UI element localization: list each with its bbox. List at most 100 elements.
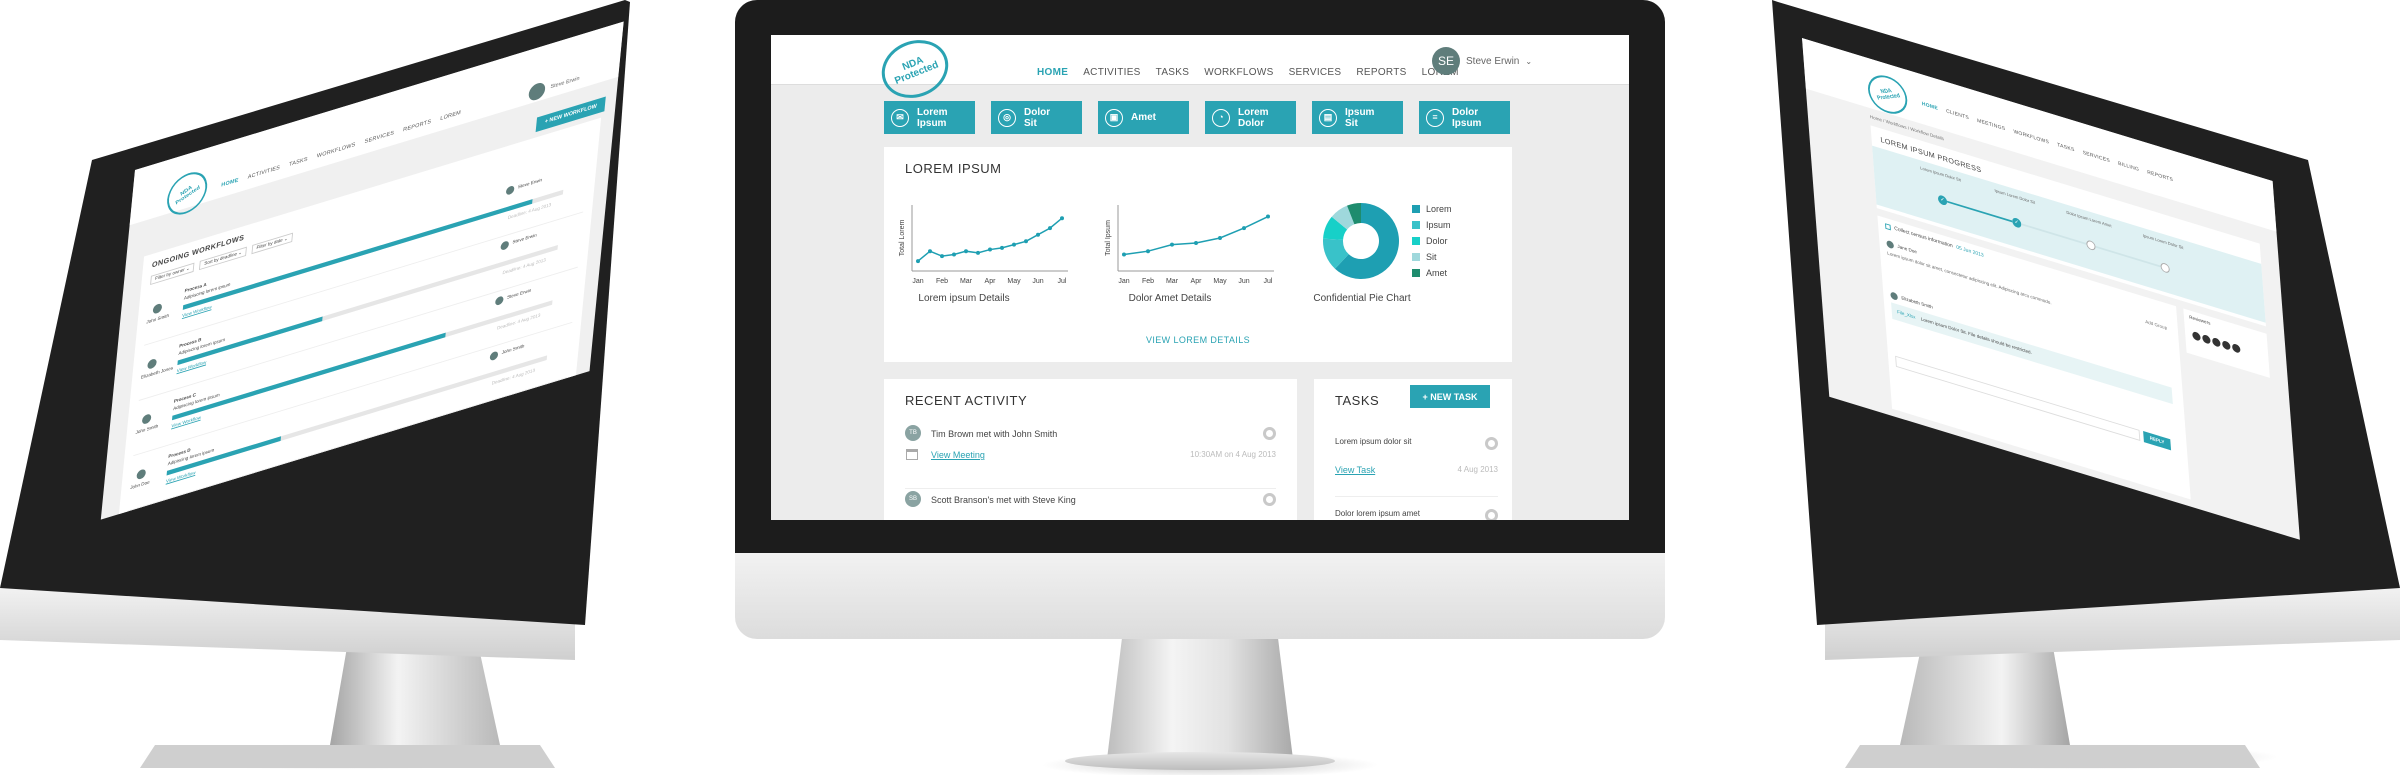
data-point: [1048, 226, 1052, 231]
list-icon: ≡: [1426, 108, 1444, 127]
data-point: [1218, 236, 1222, 240]
x-tick-label: Jul: [1264, 278, 1273, 285]
activity-time: 10:30AM on 4 Aug 2013: [1190, 450, 1276, 459]
chat-icon: ✉: [891, 108, 909, 127]
y-axis-label: Total Lorem: [899, 220, 906, 257]
legend-swatch: [1412, 237, 1420, 245]
x-tick-label: Feb: [936, 278, 948, 285]
calendar-icon: [906, 449, 918, 460]
nav-workflows[interactable]: WORKFLOWS: [1204, 67, 1273, 78]
data-point: [928, 249, 932, 254]
tile-label-line1: Amet: [1131, 112, 1157, 123]
tile-label-line1: Dolor: [1452, 106, 1479, 118]
activity-text: Tim Brown met with John Smith: [931, 429, 1058, 439]
center-user-menu[interactable]: SE Steve Erwin ⌄: [1432, 47, 1532, 75]
owner-avatar: [152, 302, 163, 315]
tile-label-line1: Dolor: [1024, 106, 1051, 118]
data-point: [1122, 252, 1126, 257]
data-point: [1266, 214, 1270, 219]
data-point: [952, 252, 956, 257]
gauge-icon: ◔: [1212, 108, 1230, 127]
reviewer-avatar: [2192, 330, 2201, 342]
center-stand-neck: [1107, 639, 1293, 759]
assignee-name: Steve Erwin: [517, 177, 543, 191]
tile-ipsum-sit[interactable]: ▤ Ipsum Sit: [1312, 101, 1403, 134]
tile-label: Ipsum Sit: [1345, 107, 1374, 129]
tile-label: Dolor Sit: [1024, 107, 1050, 129]
new-task-button[interactable]: + NEW TASK: [1410, 385, 1490, 408]
center-monitor: NDA Protected HOME ACTIVITIES TASKS WORKFLO…: [735, 0, 1665, 775]
x-tick-label: Mar: [960, 278, 973, 285]
tile-lorem-dolor[interactable]: ◔ Lorem Dolor: [1205, 101, 1296, 134]
gear-icon[interactable]: [1485, 509, 1498, 520]
tile-label: Lorem Ipsum: [917, 107, 948, 129]
center-screen: NDA Protected HOME ACTIVITIES TASKS WORKFLO…: [771, 35, 1629, 520]
comment2-avatar: [1890, 291, 1899, 301]
reply-button[interactable]: REPLY: [2143, 431, 2172, 451]
series-line: [1123, 215, 1269, 256]
comment1-avatar: [1886, 239, 1895, 250]
data-point: [1060, 216, 1064, 221]
tile-label: Amet: [1131, 112, 1156, 123]
tile-lorem-ipsum[interactable]: ✉ Lorem Ipsum: [884, 101, 975, 134]
activity-item: SB Scott Branson's met with Steve King: [905, 491, 1276, 520]
gear-icon[interactable]: [1263, 493, 1276, 506]
gear-icon[interactable]: [1263, 427, 1276, 440]
data-point: [964, 249, 968, 254]
data-point: [1000, 245, 1004, 250]
owner-name: John Smith: [135, 423, 159, 436]
legend-item-lorem: Lorem: [1412, 201, 1452, 217]
legend-label: Ipsum: [1426, 220, 1451, 230]
view-meeting-link[interactable]: View Meeting: [931, 450, 985, 460]
gear-icon[interactable]: [1485, 437, 1498, 450]
x-tick-label: Jan: [912, 278, 923, 285]
data-point: [1024, 239, 1028, 244]
data-point: [916, 259, 920, 264]
y-axis-label: Total Ipsum: [1105, 220, 1112, 256]
right-monitor: NDA Protected HOME CLIENTS MEETINGS WORKFLO…: [1760, 0, 2400, 775]
legend-swatch: [1412, 205, 1420, 213]
task-date: 4 Aug 2013: [1457, 465, 1498, 474]
legend-swatch: [1412, 253, 1420, 261]
legend-item-ipsum: Ipsum: [1412, 217, 1452, 233]
doc-icon: ▤: [1319, 108, 1337, 127]
confidential-pie-chart: [1323, 203, 1399, 279]
x-tick-label: Jun: [1032, 278, 1043, 285]
assignee-name: Steve Erwin: [506, 287, 532, 301]
legend-label: Amet: [1426, 268, 1448, 278]
x-tick-label: Feb: [1142, 278, 1154, 285]
dolor-line-chart: Total Ipsum Jan Feb Mar Apr May Jun Jul: [1105, 205, 1274, 285]
tile-label-line2: Sit: [1024, 117, 1037, 129]
nav-reports[interactable]: REPORTS: [1356, 67, 1406, 78]
nav-tasks[interactable]: TASKS: [1156, 67, 1190, 78]
tile-amet[interactable]: ▣ Amet: [1098, 101, 1189, 134]
view-task-link[interactable]: View Task: [1335, 465, 1375, 475]
x-tick-label: Jun: [1238, 278, 1249, 285]
x-tick-label: Mar: [1166, 278, 1179, 285]
tile-label-line1: Ipsum: [1345, 106, 1375, 118]
legend-label: Lorem: [1426, 204, 1452, 214]
legend-item-amet: Amet: [1412, 265, 1452, 281]
view-lorem-details-link[interactable]: VIEW LOREM DETAILS: [884, 335, 1512, 345]
three-monitor-mockup: NDA Protected HOME ACTIVITIES TASKS WORKFLO…: [0, 0, 2400, 775]
data-point: [1242, 226, 1246, 231]
tile-label-line2: Ipsum: [1452, 117, 1482, 129]
filter-select[interactable]: Filter by date ⌄: [251, 232, 293, 255]
assignee-name: John Smith: [501, 343, 525, 356]
nav-services[interactable]: SERVICES: [1289, 67, 1342, 78]
data-point: [1012, 242, 1016, 247]
legend-swatch: [1412, 269, 1420, 277]
nav-activities[interactable]: ACTIVITIES: [1083, 67, 1140, 78]
tile-dolor-sit[interactable]: ◎ Dolor Sit: [991, 101, 1082, 134]
nav-home[interactable]: HOME: [1037, 67, 1068, 78]
owner-name: Elizabeth Jones: [140, 365, 174, 381]
tile-dolor-ipsum[interactable]: ≡ Dolor Ipsum: [1419, 101, 1510, 134]
activity-text: Scott Branson's met with Steve King: [931, 495, 1076, 505]
file-attachment[interactable]: File_Xlsx: [1897, 310, 1916, 321]
task-item: Lorem ipsum dolor sit View Task 4 Aug 2013: [1335, 437, 1498, 497]
legend-label: Sit: [1426, 252, 1437, 262]
assignee-avatar: [489, 350, 499, 362]
owner-name: John Doe: [129, 479, 150, 492]
checkbox-icon[interactable]: [1885, 223, 1891, 231]
task-text: Lorem ipsum dolor sit: [1335, 437, 1412, 446]
